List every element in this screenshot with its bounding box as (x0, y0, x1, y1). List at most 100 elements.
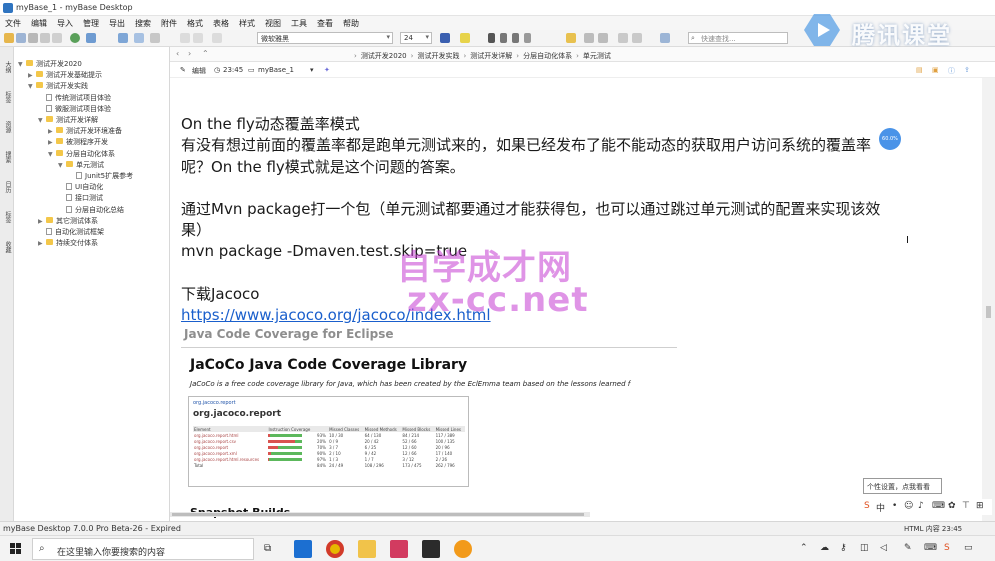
chevron-right-icon[interactable]: ▶ (38, 239, 46, 249)
sync-icon[interactable] (86, 33, 96, 43)
pen-icon[interactable]: ✎ (904, 543, 912, 553)
print-icon[interactable] (28, 33, 38, 43)
file-explorer-icon[interactable] (358, 540, 376, 558)
left-tab[interactable]: 标签 (3, 91, 11, 103)
breadcrumb-item[interactable]: 测试开发2020 (361, 52, 407, 60)
volume-icon[interactable]: ◁ (880, 543, 887, 553)
tree-item[interactable]: ▼ 测试开发2020 (18, 59, 82, 69)
left-tab[interactable]: 大纲 (3, 61, 11, 73)
left-tab[interactable]: 收藏 (3, 241, 11, 253)
menu-item[interactable]: 格式 (182, 16, 208, 29)
format-painter-icon[interactable] (566, 33, 576, 43)
grid-icon[interactable]: ⊞ (976, 501, 984, 511)
tools-icon[interactable] (150, 33, 160, 43)
ime-tray-icon[interactable]: S (944, 543, 950, 553)
add-icon[interactable] (70, 33, 80, 43)
horizontal-scrollbar[interactable] (170, 512, 590, 517)
indent-icon[interactable] (618, 33, 628, 43)
chevron-up-icon[interactable]: ⌃ (800, 543, 808, 553)
tree-item[interactable]: ▼ 测试开发详解 (38, 115, 98, 125)
floating-assistant-bubble[interactable]: 60.0% (879, 128, 901, 150)
info-icon[interactable]: ⓘ (948, 66, 955, 76)
back-icon[interactable]: ‹ (176, 49, 179, 58)
view-icon[interactable] (134, 33, 144, 43)
star-icon[interactable]: ✦ (324, 66, 330, 74)
edit-icon[interactable]: ✎ (180, 66, 186, 74)
task-view-icon[interactable]: ⧉ (264, 543, 271, 554)
highlight-icon[interactable] (460, 33, 470, 43)
menu-item[interactable]: 导出 (104, 16, 130, 29)
menu-item[interactable]: 编辑 (26, 16, 52, 29)
breadcrumb-item[interactable]: 测试开发详解 (470, 52, 512, 60)
tree-item[interactable]: ▼ 测试开发实践 (28, 81, 88, 91)
tree-item[interactable]: ▶ 测试开发基础提示 (28, 70, 102, 80)
keyboard-icon[interactable]: ⌨ (924, 543, 937, 553)
strike-icon[interactable] (524, 33, 531, 43)
cloud-icon[interactable]: ☁ (820, 543, 829, 553)
jetbrains-icon[interactable] (422, 540, 440, 558)
chevron-right-icon[interactable]: ▶ (38, 217, 46, 227)
chrome-icon[interactable] (326, 540, 344, 558)
menu-item[interactable]: 工具 (286, 16, 312, 29)
outlook-icon[interactable] (294, 540, 312, 558)
tree-item[interactable]: Junit5扩展参考 (68, 171, 133, 181)
save-icon[interactable] (16, 33, 26, 43)
notification-icon[interactable]: ▭ (964, 543, 973, 553)
tree-item[interactable]: 分层自动化总结 (58, 205, 124, 215)
left-tab[interactable]: 搜索 (3, 151, 11, 163)
package-link[interactable]: org.jacoco.report.html.resources (193, 456, 267, 462)
app-icon[interactable] (454, 540, 472, 558)
redo-icon[interactable] (193, 33, 203, 43)
network-icon[interactable]: ◫ (860, 543, 869, 553)
list-icon[interactable] (598, 33, 608, 43)
edit-label[interactable]: 编辑 (192, 66, 206, 76)
tree-item[interactable]: ▼ 单元测试 (58, 160, 104, 170)
outdent-icon[interactable] (632, 33, 642, 43)
chevron-down-icon[interactable]: ▼ (18, 60, 26, 70)
layout-icon[interactable] (118, 33, 128, 43)
tree-item[interactable]: 微服测试项目体验 (38, 104, 111, 114)
tree-item[interactable]: UI自动化 (58, 182, 103, 192)
share-icon[interactable]: ⇪ (964, 66, 970, 74)
chevron-down-icon[interactable]: ▼ (58, 161, 66, 171)
align-left-icon[interactable] (584, 33, 594, 43)
underline-icon[interactable] (512, 33, 519, 43)
chevron-down-icon[interactable]: ▼ (48, 150, 56, 160)
taskbar-search-input[interactable]: ⌕ 在这里输入你要搜索的内容 (32, 538, 254, 560)
chevron-down-icon[interactable]: ▼ (38, 116, 46, 126)
menu-item[interactable]: 样式 (234, 16, 260, 29)
bold-icon[interactable] (488, 33, 495, 43)
new-note-icon[interactable] (4, 33, 14, 43)
breadcrumb-item[interactable]: 分层自动化体系 (523, 52, 572, 60)
shirt-icon[interactable]: ⊤ (962, 501, 970, 511)
chevron-down-icon[interactable]: ▾ (310, 66, 314, 74)
vertical-scrollbar[interactable] (982, 78, 995, 521)
up-icon[interactable]: ⌃ (202, 49, 209, 58)
tree-item[interactable]: ▶ 被测程序开发 (48, 137, 108, 147)
breadcrumb-item[interactable]: 单元测试 (583, 52, 611, 60)
menu-item[interactable]: 搜索 (130, 16, 156, 29)
editor-area[interactable]: On the fly动态覆盖率模式 有没有想过前面的覆盖率都是跑单元测试来的，如… (170, 78, 982, 521)
tree-item[interactable]: ▶ 持续交付体系 (38, 238, 98, 248)
menu-item[interactable]: 表格 (208, 16, 234, 29)
scroll-thumb[interactable] (986, 306, 991, 318)
ime-logo-icon[interactable]: S (864, 501, 870, 511)
forward-icon[interactable]: › (188, 49, 191, 58)
cut-icon[interactable] (40, 33, 50, 43)
menu-item[interactable]: 帮助 (338, 16, 364, 29)
mic-icon[interactable]: ♪ (918, 501, 924, 511)
chevron-right-icon[interactable]: ▶ (48, 138, 56, 148)
chevron-right-icon[interactable]: ▶ (28, 71, 36, 81)
scroll-thumb[interactable] (172, 513, 584, 516)
breadcrumb-item[interactable]: 测试开发实践 (417, 52, 459, 60)
left-tab[interactable]: 日历 (3, 181, 11, 193)
menu-item[interactable]: 查看 (312, 16, 338, 29)
skin-icon[interactable]: ✿ (948, 501, 956, 511)
tree-item[interactable]: 接口测试 (58, 193, 103, 203)
quick-search-input[interactable]: ⌕ 快速查找... (688, 32, 788, 44)
windows-start-icon[interactable] (10, 543, 22, 555)
table-icon[interactable] (660, 33, 670, 43)
app-icon[interactable] (390, 540, 408, 558)
chevron-down-icon[interactable]: ▼ (28, 82, 36, 92)
key-icon[interactable]: ⚷ (840, 543, 847, 553)
